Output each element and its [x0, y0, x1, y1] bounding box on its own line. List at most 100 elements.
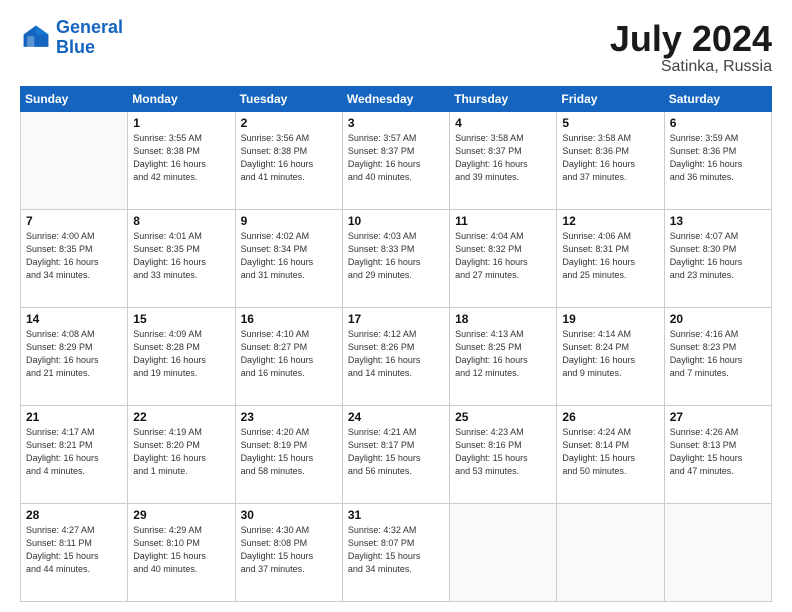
day-info: Sunrise: 4:04 AM Sunset: 8:32 PM Dayligh…	[455, 230, 551, 282]
day-info: Sunrise: 4:17 AM Sunset: 8:21 PM Dayligh…	[26, 426, 122, 478]
day-info: Sunrise: 4:24 AM Sunset: 8:14 PM Dayligh…	[562, 426, 658, 478]
day-info: Sunrise: 4:12 AM Sunset: 8:26 PM Dayligh…	[348, 328, 444, 380]
calendar-body: 1Sunrise: 3:55 AM Sunset: 8:38 PM Daylig…	[21, 112, 772, 602]
week-row-2: 7 Sunrise: 4:00 AM Sunset: 8:35 PM Daylig…	[21, 210, 772, 308]
day-number: 19	[562, 312, 658, 326]
calendar-cell: 7 Sunrise: 4:00 AM Sunset: 8:35 PM Daylig…	[21, 210, 128, 308]
day-number: 26	[562, 410, 658, 424]
calendar-cell: 16 Sunrise: 4:10 AM Sunset: 8:27 PM Dayli…	[235, 308, 342, 406]
calendar-cell: 1Sunrise: 3:55 AM Sunset: 8:38 PM Daylig…	[128, 112, 235, 210]
day-info: Sunrise: 3:56 AM Sunset: 8:38 PM Dayligh…	[241, 132, 337, 184]
day-number: 12	[562, 214, 658, 228]
weekday-saturday: Saturday	[664, 87, 771, 112]
calendar-cell: 22Sunrise: 4:19 AM Sunset: 8:20 PM Dayli…	[128, 406, 235, 504]
logo: General Blue	[20, 18, 123, 58]
day-info: Sunrise: 4:00 AM Sunset: 8:35 PM Dayligh…	[26, 230, 122, 282]
day-info: Sunrise: 3:55 AM Sunset: 8:38 PM Dayligh…	[133, 132, 229, 184]
calendar-cell: 6 Sunrise: 3:59 AM Sunset: 8:36 PM Daylig…	[664, 112, 771, 210]
day-info: Sunrise: 4:29 AM Sunset: 8:10 PM Dayligh…	[133, 524, 229, 576]
day-info: Sunrise: 4:21 AM Sunset: 8:17 PM Dayligh…	[348, 426, 444, 478]
weekday-tuesday: Tuesday	[235, 87, 342, 112]
calendar-cell: 2 Sunrise: 3:56 AM Sunset: 8:38 PM Daylig…	[235, 112, 342, 210]
calendar-cell: 10Sunrise: 4:03 AM Sunset: 8:33 PM Dayli…	[342, 210, 449, 308]
calendar-cell: 5 Sunrise: 3:58 AM Sunset: 8:36 PM Daylig…	[557, 112, 664, 210]
day-number: 29	[133, 508, 229, 522]
day-number: 18	[455, 312, 551, 326]
calendar-cell: 23 Sunrise: 4:20 AM Sunset: 8:19 PM Dayli…	[235, 406, 342, 504]
day-info: Sunrise: 4:14 AM Sunset: 8:24 PM Dayligh…	[562, 328, 658, 380]
calendar-cell: 18 Sunrise: 4:13 AM Sunset: 8:25 PM Dayli…	[450, 308, 557, 406]
day-info: Sunrise: 4:03 AM Sunset: 8:33 PM Dayligh…	[348, 230, 444, 282]
calendar-cell: 17 Sunrise: 4:12 AM Sunset: 8:26 PM Dayli…	[342, 308, 449, 406]
day-number: 30	[241, 508, 337, 522]
calendar-cell: 12Sunrise: 4:06 AM Sunset: 8:31 PM Dayli…	[557, 210, 664, 308]
day-number: 7	[26, 214, 122, 228]
day-number: 17	[348, 312, 444, 326]
day-number: 28	[26, 508, 122, 522]
calendar-cell: 31 Sunrise: 4:32 AM Sunset: 8:07 PM Dayli…	[342, 504, 449, 602]
day-info: Sunrise: 4:09 AM Sunset: 8:28 PM Dayligh…	[133, 328, 229, 380]
day-info: Sunrise: 4:02 AM Sunset: 8:34 PM Dayligh…	[241, 230, 337, 282]
day-info: Sunrise: 3:58 AM Sunset: 8:36 PM Dayligh…	[562, 132, 658, 184]
calendar-cell: 26 Sunrise: 4:24 AM Sunset: 8:14 PM Dayli…	[557, 406, 664, 504]
day-number: 3	[348, 116, 444, 130]
day-number: 20	[670, 312, 766, 326]
day-number: 8	[133, 214, 229, 228]
month-title: July 2024	[610, 18, 772, 60]
day-info: Sunrise: 4:20 AM Sunset: 8:19 PM Dayligh…	[241, 426, 337, 478]
day-number: 22	[133, 410, 229, 424]
calendar-cell: 3Sunrise: 3:57 AM Sunset: 8:37 PM Daylig…	[342, 112, 449, 210]
day-number: 5	[562, 116, 658, 130]
day-number: 14	[26, 312, 122, 326]
logo-general: General	[56, 17, 123, 37]
week-row-1: 1Sunrise: 3:55 AM Sunset: 8:38 PM Daylig…	[21, 112, 772, 210]
calendar-cell	[664, 504, 771, 602]
day-info: Sunrise: 4:30 AM Sunset: 8:08 PM Dayligh…	[241, 524, 337, 576]
day-info: Sunrise: 3:59 AM Sunset: 8:36 PM Dayligh…	[670, 132, 766, 184]
calendar-cell: 14Sunrise: 4:08 AM Sunset: 8:29 PM Dayli…	[21, 308, 128, 406]
header: General Blue July 2024 Satinka, Russia	[20, 18, 772, 76]
calendar-cell: 8 Sunrise: 4:01 AM Sunset: 8:35 PM Daylig…	[128, 210, 235, 308]
calendar-cell: 25Sunrise: 4:23 AM Sunset: 8:16 PM Dayli…	[450, 406, 557, 504]
day-info: Sunrise: 4:01 AM Sunset: 8:35 PM Dayligh…	[133, 230, 229, 282]
day-number: 31	[348, 508, 444, 522]
weekday-friday: Friday	[557, 87, 664, 112]
day-info: Sunrise: 4:27 AM Sunset: 8:11 PM Dayligh…	[26, 524, 122, 576]
day-number: 25	[455, 410, 551, 424]
day-number: 27	[670, 410, 766, 424]
weekday-monday: Monday	[128, 87, 235, 112]
day-number: 15	[133, 312, 229, 326]
day-info: Sunrise: 4:26 AM Sunset: 8:13 PM Dayligh…	[670, 426, 766, 478]
logo-text: General Blue	[56, 18, 123, 58]
weekday-sunday: Sunday	[21, 87, 128, 112]
page: General Blue July 2024 Satinka, Russia S…	[0, 0, 792, 612]
calendar-cell: 15 Sunrise: 4:09 AM Sunset: 8:28 PM Dayli…	[128, 308, 235, 406]
week-row-3: 14Sunrise: 4:08 AM Sunset: 8:29 PM Dayli…	[21, 308, 772, 406]
week-row-5: 28 Sunrise: 4:27 AM Sunset: 8:11 PM Dayli…	[21, 504, 772, 602]
day-number: 2	[241, 116, 337, 130]
day-number: 16	[241, 312, 337, 326]
calendar-cell: 19 Sunrise: 4:14 AM Sunset: 8:24 PM Dayli…	[557, 308, 664, 406]
day-info: Sunrise: 3:58 AM Sunset: 8:37 PM Dayligh…	[455, 132, 551, 184]
calendar-cell	[21, 112, 128, 210]
day-number: 9	[241, 214, 337, 228]
calendar-cell	[557, 504, 664, 602]
calendar-cell: 30 Sunrise: 4:30 AM Sunset: 8:08 PM Dayli…	[235, 504, 342, 602]
week-row-4: 21 Sunrise: 4:17 AM Sunset: 8:21 PM Dayli…	[21, 406, 772, 504]
calendar-cell: 27 Sunrise: 4:26 AM Sunset: 8:13 PM Dayli…	[664, 406, 771, 504]
day-info: Sunrise: 4:16 AM Sunset: 8:23 PM Dayligh…	[670, 328, 766, 380]
day-number: 6	[670, 116, 766, 130]
calendar-cell: 4 Sunrise: 3:58 AM Sunset: 8:37 PM Daylig…	[450, 112, 557, 210]
day-info: Sunrise: 4:13 AM Sunset: 8:25 PM Dayligh…	[455, 328, 551, 380]
weekday-wednesday: Wednesday	[342, 87, 449, 112]
calendar-cell: 13Sunrise: 4:07 AM Sunset: 8:30 PM Dayli…	[664, 210, 771, 308]
day-number: 4	[455, 116, 551, 130]
day-info: Sunrise: 4:32 AM Sunset: 8:07 PM Dayligh…	[348, 524, 444, 576]
day-number: 21	[26, 410, 122, 424]
weekday-header-row: SundayMondayTuesdayWednesdayThursdayFrid…	[21, 87, 772, 112]
day-info: Sunrise: 4:10 AM Sunset: 8:27 PM Dayligh…	[241, 328, 337, 380]
calendar-cell: 21 Sunrise: 4:17 AM Sunset: 8:21 PM Dayli…	[21, 406, 128, 504]
day-number: 23	[241, 410, 337, 424]
calendar-cell: 11Sunrise: 4:04 AM Sunset: 8:32 PM Dayli…	[450, 210, 557, 308]
day-number: 24	[348, 410, 444, 424]
